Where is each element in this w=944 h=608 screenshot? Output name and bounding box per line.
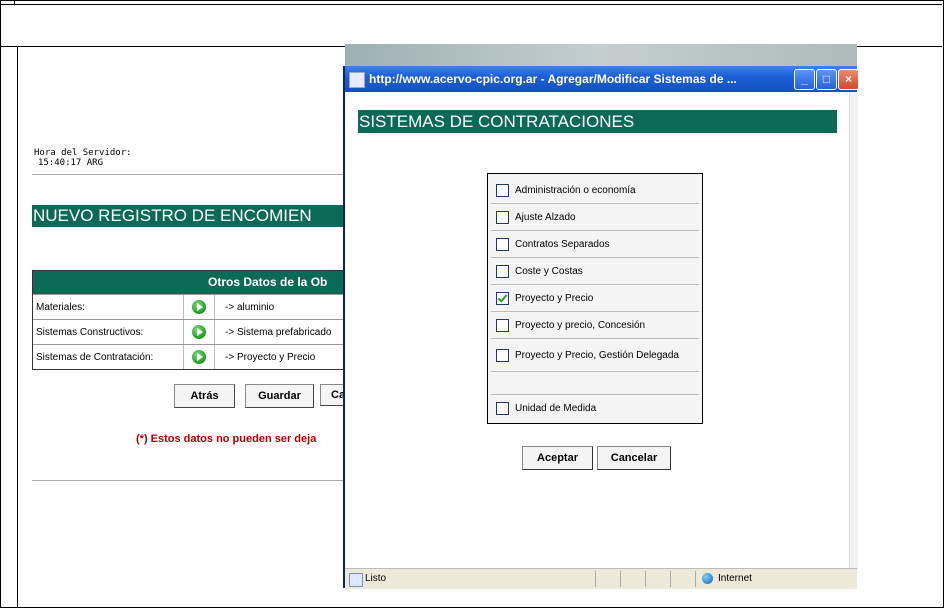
- popup-titlebar[interactable]: http://www.acervo-cpic.org.ar - Agregar/…: [345, 66, 859, 92]
- option-item[interactable]: Administración o economía: [491, 177, 699, 204]
- option-label: Proyecto y precio, Concesión: [515, 319, 646, 331]
- left-column-rule: [17, 47, 18, 608]
- page-status-icon: [349, 573, 363, 587]
- accept-button[interactable]: Aceptar: [522, 446, 593, 470]
- status-text: Listo: [365, 573, 387, 584]
- checkbox[interactable]: [496, 237, 509, 251]
- background-banner: [345, 44, 857, 66]
- checkbox[interactable]: [496, 183, 509, 197]
- row-value: -> Sistema prefabricado: [225, 326, 332, 338]
- ie-page-icon: [349, 72, 365, 88]
- go-button[interactable]: [183, 345, 215, 369]
- minimize-icon[interactable]: _: [794, 69, 815, 90]
- checkbox[interactable]: [496, 210, 509, 224]
- option-item[interactable]: Proyecto y precio, Concesión: [491, 312, 699, 339]
- required-fields-warning: (*) Estos datos no pueden ser deja: [136, 433, 317, 445]
- cancel-button[interactable]: Cancelar: [597, 446, 671, 470]
- top-frame-strip: [0, 0, 942, 5]
- list-spacer: [491, 372, 699, 395]
- row-label: Sistemas de Contratación:: [36, 351, 154, 363]
- status-separator: [595, 571, 596, 587]
- save-button[interactable]: Guardar: [245, 384, 314, 408]
- status-separator: [645, 571, 646, 587]
- row-value: -> aluminio: [225, 301, 275, 313]
- row-label: Sistemas Constructivos:: [36, 326, 144, 338]
- option-label: Coste y Costas: [515, 265, 583, 277]
- server-time-value: 15:40:17 ARG: [38, 158, 104, 168]
- option-label: Unidad de Medida: [515, 402, 597, 414]
- table-row: Sistemas Constructivos: -> Sistema prefa…: [33, 319, 345, 344]
- option-item[interactable]: Contratos Separados: [491, 231, 699, 258]
- status-separator: [695, 571, 696, 587]
- go-button[interactable]: [183, 320, 215, 344]
- divider: [32, 174, 344, 175]
- vertical-scrollbar[interactable]: [849, 92, 858, 572]
- play-arrow-icon: [192, 300, 206, 314]
- contratacion-options-list: Administración o economía Ajuste Alzado …: [487, 173, 703, 424]
- otros-datos-header: Otros Datos de la Ob: [33, 271, 345, 294]
- status-separator: [670, 571, 671, 587]
- checkbox[interactable]: [496, 318, 509, 332]
- server-time-label: Hora del Servidor:: [34, 148, 132, 158]
- table-row: Sistemas de Contratación: -> Proyecto y …: [33, 344, 345, 369]
- row-value: -> Proyecto y Precio: [225, 351, 316, 363]
- divider: [32, 480, 344, 481]
- option-item[interactable]: Proyecto y Precio, Gestión Delegada: [491, 339, 699, 372]
- popup-window: http://www.acervo-cpic.org.ar - Agregar/…: [343, 66, 859, 589]
- checkbox[interactable]: [496, 401, 509, 415]
- option-label: Contratos Separados: [515, 238, 610, 250]
- close-icon[interactable]: ×: [838, 69, 859, 90]
- back-button[interactable]: Atrás: [174, 384, 235, 408]
- popup-heading: SISTEMAS DE CONTRATACIONES: [358, 110, 837, 133]
- option-item[interactable]: Ajuste Alzado: [491, 204, 699, 231]
- option-item[interactable]: Unidad de Medida: [491, 395, 699, 421]
- globe-icon: [702, 573, 713, 584]
- status-bar: Listo Internet: [345, 568, 857, 589]
- security-zone: Internet: [718, 573, 752, 584]
- otros-datos-table: Otros Datos de la Ob Materiales: -> alum…: [32, 270, 345, 370]
- table-row: Materiales: -> aluminio: [33, 294, 345, 319]
- play-arrow-icon: [192, 325, 206, 339]
- option-item[interactable]: Proyecto y Precio: [491, 285, 699, 312]
- option-label: Administración o economía: [515, 184, 636, 196]
- checkbox-checked[interactable]: [496, 291, 509, 305]
- checkbox[interactable]: [496, 348, 509, 362]
- popup-window-title: http://www.acervo-cpic.org.ar - Agregar/…: [369, 72, 737, 86]
- option-label: Proyecto y Precio: [515, 292, 594, 304]
- option-item[interactable]: Coste y Costas: [491, 258, 699, 285]
- option-label: Proyecto y Precio, Gestión Delegada: [515, 349, 679, 361]
- maximize-icon[interactable]: □: [816, 69, 837, 90]
- go-button[interactable]: [183, 295, 215, 319]
- page-title: NUEVO REGISTRO DE ENCOMIEN: [32, 205, 345, 227]
- top-frame-divider: [14, 0, 15, 4]
- checkbox[interactable]: [496, 264, 509, 278]
- play-arrow-icon: [192, 350, 206, 364]
- status-separator: [620, 571, 621, 587]
- row-label: Materiales:: [36, 301, 85, 313]
- option-label: Ajuste Alzado: [515, 211, 576, 223]
